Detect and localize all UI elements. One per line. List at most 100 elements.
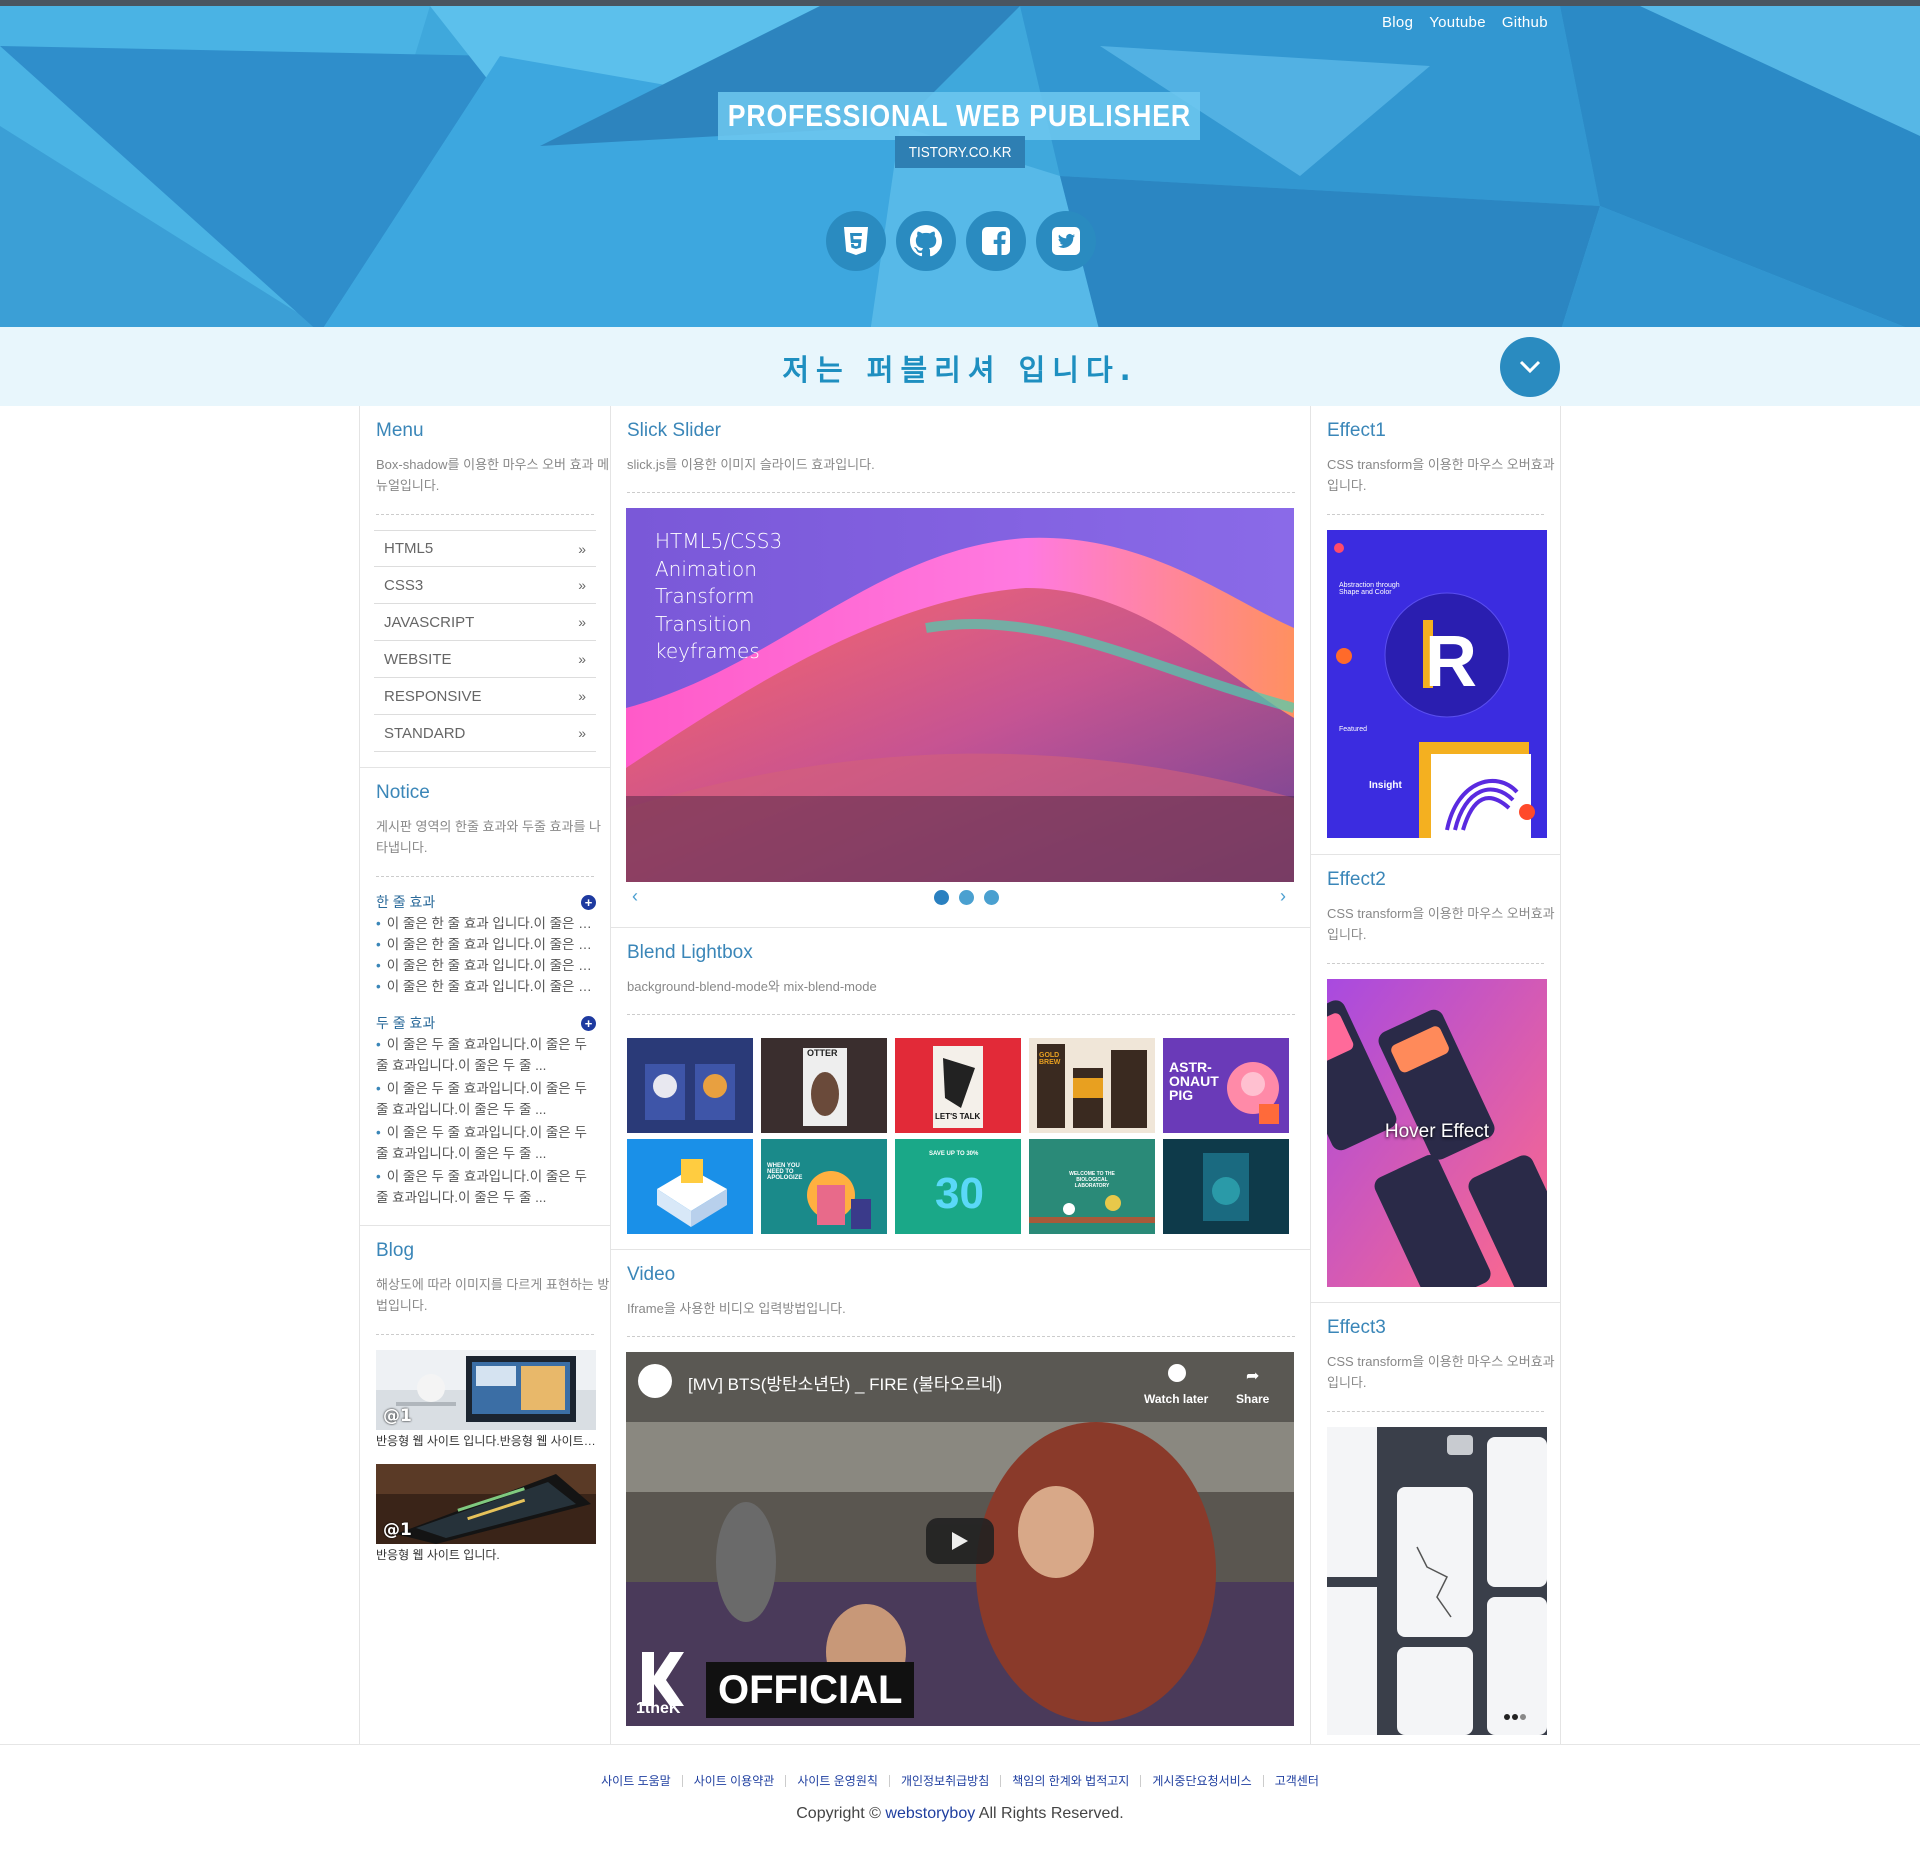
- notice-item[interactable]: 이 줄은 한 줄 효과 입니다.이 줄은 한 줄 효과: [376, 955, 596, 976]
- effect2-desc: CSS transform을 이용한 마우스 오버효과입니다.: [1327, 906, 1555, 942]
- twitter-icon[interactable]: [1036, 211, 1096, 271]
- menu-item-css3[interactable]: CSS3 »: [374, 567, 596, 604]
- slide-word: keyframes: [655, 639, 760, 663]
- slide-word: Transform: [655, 584, 755, 608]
- notice-item[interactable]: 이 줄은 한 줄 효과 입니다.이 줄은 한 줄 효과: [376, 934, 596, 955]
- blog-caption[interactable]: 반응형 웹 사이트 입니다.반응형 웹 사이트 입니다.: [376, 1432, 596, 1449]
- divider: [376, 876, 594, 877]
- slider-title: Slick Slider: [627, 420, 721, 441]
- divider: [376, 514, 594, 515]
- footer-link[interactable]: 사이트 도움말: [590, 1775, 682, 1787]
- footer-link[interactable]: 게시중단요청서비스: [1140, 1775, 1262, 1787]
- lightbox-thumb[interactable]: GOLD BREW: [1029, 1038, 1155, 1133]
- thumb-text: OTTER: [807, 1048, 838, 1058]
- blog-caption[interactable]: 반응형 웹 사이트 입니다.: [376, 1546, 596, 1563]
- one-line-list: 이 줄은 한 줄 효과 입니다.이 줄은 한 줄 효과 이 줄은 한 줄 효과 …: [376, 913, 596, 997]
- effect1-image[interactable]: R Abstraction through Shape and Color Fe…: [1327, 530, 1547, 838]
- effect2-title: Effect2: [1327, 869, 1386, 890]
- footer-link[interactable]: 고객센터: [1262, 1775, 1330, 1787]
- official-badge: OFFICIAL: [706, 1662, 915, 1718]
- brand-link[interactable]: webstoryboy: [885, 1805, 975, 1822]
- two-line-header: 두 줄 효과 +: [376, 1013, 596, 1033]
- lightbox-thumb[interactable]: LET'S TALK: [895, 1038, 1021, 1133]
- footer-link[interactable]: 책임의 한계와 법적고지: [1000, 1775, 1140, 1787]
- notice-item[interactable]: 이 줄은 두 줄 효과입니다.이 줄은 두 줄 효과입니다.이 줄은 두 줄 .…: [376, 1166, 596, 1210]
- lightbox-thumb[interactable]: OTTER: [761, 1038, 887, 1133]
- notice-item[interactable]: 이 줄은 두 줄 효과입니다.이 줄은 두 줄 효과입니다.이 줄은 두 줄 .…: [376, 1078, 596, 1122]
- double-chevron-right-icon: »: [578, 540, 586, 557]
- thumb-text: WELCOME TO THE BIOLOGICAL LABORATORY: [1069, 1171, 1115, 1189]
- thumb-text: WHEN YOU NEED TO APOLOGIZE: [767, 1163, 803, 1181]
- slider-dot[interactable]: [934, 890, 949, 905]
- notice-item[interactable]: 이 줄은 한 줄 효과 입니다.이 줄은 한 줄 효과: [376, 913, 596, 934]
- lightbox-desc: background-blend-mode와 mix-blend-mode: [627, 979, 877, 994]
- blog-title: Blog: [376, 1240, 415, 1261]
- lightbox-thumb[interactable]: WHEN YOU NEED TO APOLOGIZE: [761, 1139, 887, 1234]
- video-name[interactable]: [MV] BTS(방탄소년단) _ FIRE (불타오르네): [688, 1370, 1002, 1395]
- slide-caption: HTML5/CSS3 Animation Transform Transitio…: [655, 528, 782, 666]
- footer-link[interactable]: 사이트 운영원칙: [785, 1775, 889, 1787]
- scroll-down-button[interactable]: [1500, 337, 1560, 397]
- footer-link[interactable]: 개인정보취급방침: [888, 1775, 1000, 1787]
- menu-title: Menu: [376, 420, 424, 441]
- slider-dot[interactable]: [959, 890, 974, 905]
- lightbox-thumb[interactable]: [1163, 1139, 1289, 1234]
- effect3-image[interactable]: [1327, 1427, 1547, 1735]
- effect3-desc: CSS transform을 이용한 마우스 오버효과입니다.: [1327, 1354, 1555, 1390]
- top-link-github[interactable]: Github: [1502, 14, 1548, 31]
- site-subtitle: TISTORY.CO.KR: [908, 143, 1012, 161]
- thumb-text: 30: [935, 1169, 984, 1218]
- lightbox-thumb[interactable]: [627, 1139, 753, 1234]
- slider-section: Slick Slider slick.js를 이용한 이미지 슬라이드 효과입니…: [611, 406, 1311, 928]
- effect2-section: Effect2 CSS transform을 이용한 마우스 오버효과입니다. …: [1311, 855, 1560, 1303]
- html5-icon[interactable]: [826, 211, 886, 271]
- blog-image-desk[interactable]: @1: [376, 1350, 596, 1430]
- plus-circle-icon[interactable]: +: [581, 1015, 596, 1031]
- double-chevron-right-icon: »: [578, 614, 586, 630]
- menu-list: HTML5 » CSS3 » JAVASCRIPT » WEBSITE » RESPON…: [374, 530, 596, 752]
- plus-circle-icon[interactable]: +: [581, 894, 596, 910]
- menu-item-website[interactable]: WEBSITE »: [374, 641, 596, 678]
- channel-avatar[interactable]: [638, 1364, 672, 1398]
- slide-word: Animation: [655, 556, 757, 581]
- menu-item-responsive[interactable]: RESPONSIVE »: [374, 678, 596, 715]
- github-icon[interactable]: [896, 211, 956, 271]
- top-link-blog[interactable]: Blog: [1382, 14, 1413, 31]
- blog-image-phone[interactable]: @1: [376, 1464, 596, 1544]
- tagline-text: 저는 퍼블리셔 입니다.: [782, 353, 1138, 387]
- notice-item[interactable]: 이 줄은 두 줄 효과입니다.이 줄은 두 줄 효과입니다.이 줄은 두 줄 .…: [376, 1034, 596, 1078]
- menu-item-standard[interactable]: STANDARD »: [374, 715, 596, 752]
- lightbox-thumb[interactable]: ASTR-ONAUT PIG: [1163, 1038, 1289, 1133]
- menu-item-javascript[interactable]: JAVASCRIPT »: [374, 604, 596, 641]
- play-button[interactable]: [926, 1518, 994, 1564]
- notice-item[interactable]: 이 줄은 한 줄 효과 입니다.이 줄은 한 줄 효과: [376, 976, 596, 997]
- chevron-right-icon[interactable]: ›: [1280, 886, 1286, 907]
- copyright: Copyright © webstoryboy All Rights Reser…: [0, 1805, 1920, 1823]
- footer-links: 사이트 도움말 사이트 이용약관 사이트 운영원칙 개인정보취급방침 책임의 한…: [0, 1775, 1920, 1787]
- notice-item[interactable]: 이 줄은 두 줄 효과입니다.이 줄은 두 줄 효과입니다.이 줄은 두 줄 .…: [376, 1122, 596, 1166]
- menu-item-label: WEBSITE: [384, 650, 452, 668]
- top-link-youtube[interactable]: Youtube: [1429, 14, 1486, 31]
- divider: [1327, 963, 1544, 964]
- share-button[interactable]: Share: [1236, 1392, 1269, 1406]
- video-player[interactable]: [MV] BTS(방탄소년단) _ FIRE (불타오르네) Watch lat…: [626, 1352, 1294, 1726]
- lightbox-thumb[interactable]: SAVE UP TO 30% 30: [895, 1139, 1021, 1234]
- chevron-left-icon[interactable]: ‹: [632, 886, 638, 907]
- watch-later-button[interactable]: Watch later: [1144, 1392, 1208, 1406]
- blog-desc: 해상도에 따라 이미지를 다르게 표현하는 방법입니다.: [376, 1277, 610, 1313]
- effect1-section: Effect1 CSS transform을 이용한 마우스 오버효과입니다. …: [1311, 406, 1560, 855]
- effect1-desc: CSS transform을 이용한 마우스 오버효과입니다.: [1327, 457, 1555, 493]
- effect1-title: Effect1: [1327, 420, 1386, 441]
- menu-item-html5[interactable]: HTML5 »: [374, 530, 596, 567]
- effect2-image[interactable]: Hover Effect: [1327, 979, 1547, 1287]
- tagline-bar: 저는 퍼블리셔 입니다.: [0, 327, 1920, 406]
- lightbox-thumb[interactable]: [627, 1038, 753, 1133]
- facebook-icon[interactable]: [966, 211, 1026, 271]
- two-line-title: 두 줄 효과: [376, 1015, 436, 1031]
- svg-text:R: R: [1425, 622, 1477, 702]
- footer-link[interactable]: 사이트 이용약관: [681, 1775, 786, 1787]
- slide-image[interactable]: HTML5/CSS3 Animation Transform Transitio…: [626, 508, 1294, 882]
- slider-dot[interactable]: [984, 890, 999, 905]
- lightbox-thumb[interactable]: WELCOME TO THE BIOLOGICAL LABORATORY: [1029, 1139, 1155, 1234]
- play-icon: [952, 1532, 968, 1550]
